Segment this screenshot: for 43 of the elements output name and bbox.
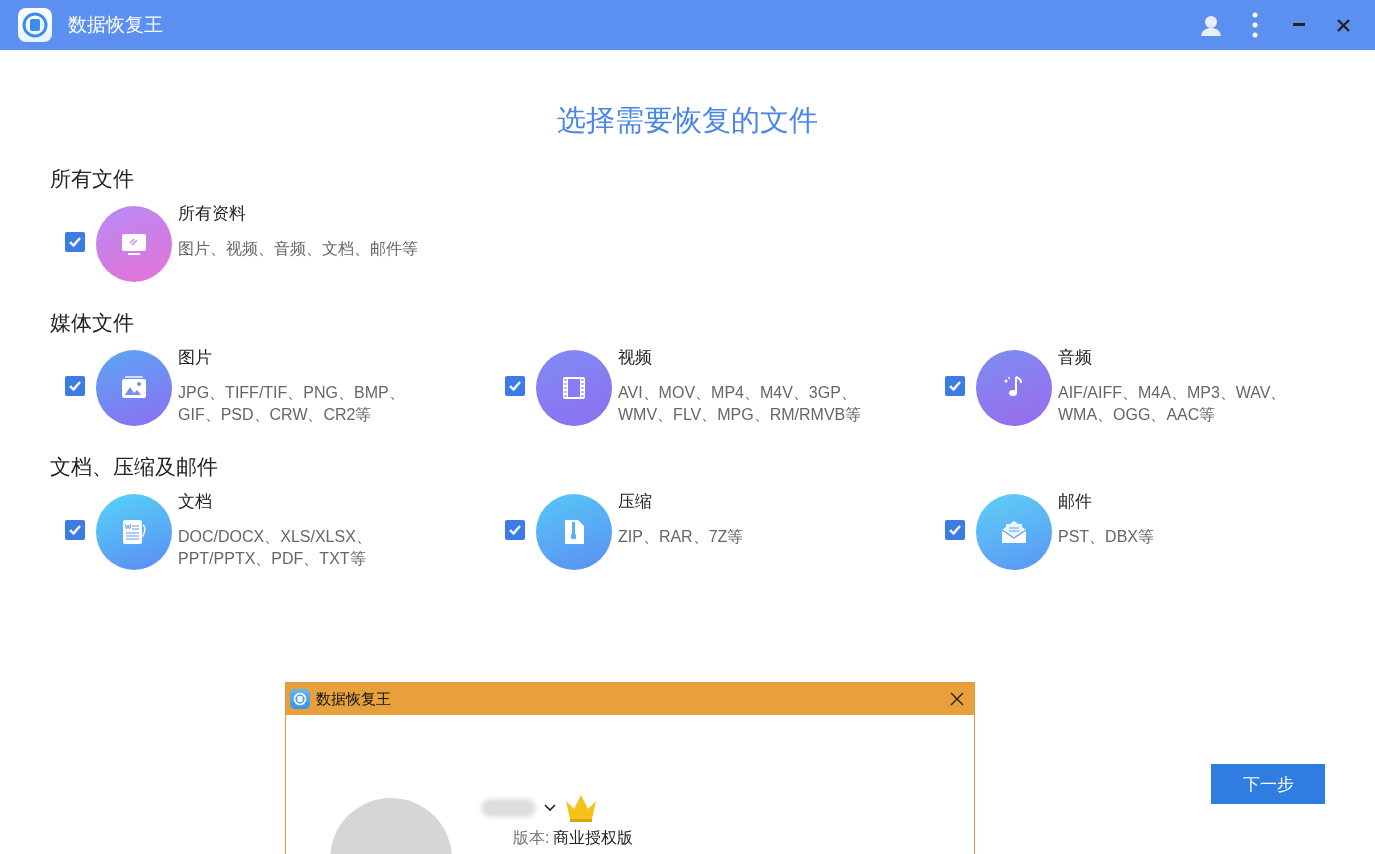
- close-icon[interactable]: [948, 690, 966, 708]
- checkmark-icon: [68, 523, 82, 537]
- category-name: 音频: [1058, 348, 1093, 368]
- window-title: 数据恢复王: [68, 13, 164, 37]
- checkbox[interactable]: [505, 520, 525, 540]
- app-logo-icon: [290, 689, 310, 709]
- checkbox[interactable]: [945, 520, 965, 540]
- section-title: 所有文件: [50, 166, 135, 192]
- app-logo-icon: [18, 8, 52, 42]
- category-name: 图片: [178, 348, 213, 368]
- category-name: 压缩: [618, 492, 653, 512]
- category-name: 邮件: [1058, 492, 1093, 512]
- crown-icon: [564, 793, 598, 823]
- category-description: 图片、视频、音频、文档、邮件等: [178, 239, 419, 259]
- category-description: DOC/DOCX、XLS/XLSX、PPT/PPTX、PDF、TXT等: [178, 527, 373, 569]
- checkmark-icon: [508, 523, 522, 537]
- checkbox[interactable]: [65, 520, 85, 540]
- checkbox[interactable]: [65, 376, 85, 396]
- checkbox[interactable]: [505, 376, 525, 396]
- category-description: ZIP、RAR、7Z等: [618, 527, 745, 547]
- caret-icon[interactable]: [544, 804, 556, 812]
- blurred-username: [481, 799, 536, 817]
- category-description: PST、DBX等: [1058, 527, 1155, 547]
- category-description: JPG、TIFF/TIF、PNG、BMP、GIF、PSD、CRW、CR2等: [178, 383, 406, 425]
- category-name: 视频: [618, 348, 653, 368]
- page-heading: 选择需要恢复的文件: [556, 103, 819, 138]
- checkmark-icon: [948, 379, 962, 393]
- checkbox[interactable]: [945, 376, 965, 396]
- category-name: 所有资料: [178, 204, 247, 224]
- version-value: 商业授权版: [553, 828, 634, 848]
- category-description: AVI、MOV、MP4、M4V、3GP、WMV、FLV、MPG、RM/RMVB等: [618, 383, 863, 425]
- checkmark-icon: [68, 235, 82, 249]
- dialog-title: 数据恢复王: [316, 689, 392, 709]
- section-title: 媒体文件: [50, 310, 135, 336]
- version-label: 版本:: [513, 828, 550, 848]
- next-step-button[interactable]: 下一步: [1211, 764, 1325, 804]
- checkmark-icon: [948, 523, 962, 537]
- category-name: 文档: [178, 492, 213, 512]
- category-description: AIF/AIFF、M4A、MP3、WAV、WMA、OGG、AAC等: [1058, 383, 1288, 425]
- checkbox[interactable]: [65, 232, 85, 252]
- checkmark-icon: [68, 379, 82, 393]
- checkmark-icon: [508, 379, 522, 393]
- section-title: 文档、压缩及邮件: [50, 454, 219, 480]
